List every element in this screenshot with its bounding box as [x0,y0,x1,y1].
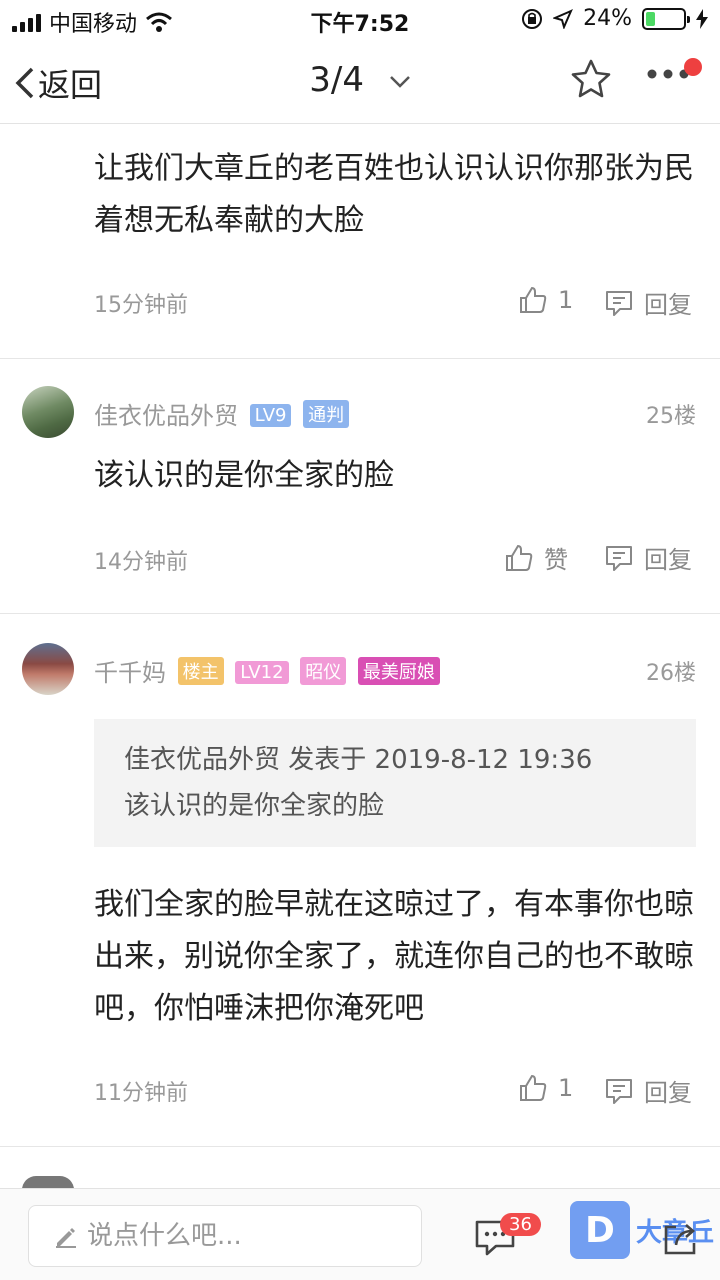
battery-fill [646,11,655,26]
comment-bubble-icon [606,545,632,571]
comment-bubble-icon [606,290,632,316]
chevron-down-icon [389,75,410,88]
floor-number: 25楼 [646,404,696,429]
status-right: 24% [521,6,708,31]
comment-count-badge: 36 [500,1213,541,1236]
location-icon [553,8,574,29]
pencil-icon [56,1228,76,1248]
page-indicator: 3/4 [309,60,364,100]
comment-input[interactable] [87,1221,387,1251]
quoted-comment: 佳衣优品外贸 发表于 2019-8-12 19:36 该认识的是你全家的脸 [94,719,696,847]
level-badge: LV9 [249,404,292,427]
comment-time: 11分钟前 [94,1081,188,1106]
thumb-up-icon [506,544,533,571]
like-count: 1 [558,286,574,314]
more-icon[interactable] [646,68,690,80]
comment-bubble-icon [606,1078,632,1104]
star-icon[interactable] [570,58,612,100]
title-badge: 通判 [303,400,350,428]
share-icon[interactable] [662,1219,700,1257]
comment-user[interactable]: 佳衣优品外贸 LV9 通判 [94,396,350,431]
username-label: 千千妈 [94,659,166,687]
bottom-bar: 36 D 大章丘 [0,1188,720,1280]
thumb-up-icon [520,1074,547,1101]
charging-icon [696,8,708,29]
level-badge: LV12 [235,661,289,684]
comment-item: 佳衣优品外贸 LV9 通判 25楼 该认识的是你全家的脸 14分钟前 赞 回复 [0,360,720,614]
owner-badge: 楼主 [177,657,224,685]
reply-button[interactable]: 回复 [604,540,692,575]
like-button[interactable]: 赞 [504,540,568,575]
reply-label: 回复 [644,291,692,319]
comment-text: 该认识的是你全家的脸 [94,458,394,493]
comment-time: 15分钟前 [94,293,188,318]
nav-bar: 返回 3/4 [0,40,720,124]
comment-time: 14分钟前 [94,550,188,575]
notification-dot [684,58,702,76]
quote-header: 佳衣优品外贸 发表于 2019-8-12 19:36 [124,745,593,775]
username-label: 佳衣优品外贸 [94,402,238,430]
comment-text: 我们全家的脸早就在这晾过了，有本事你也晾出来，别说你全家了，就连你自己的也不敢晾… [94,887,694,1026]
battery-icon [642,7,690,30]
status-bar: 中国移动 下午7:52 24% [0,0,720,40]
comment-input-box[interactable] [28,1205,422,1267]
orientation-lock-icon [522,8,543,29]
page-selector[interactable]: 3/4 [0,60,720,100]
reply-label: 回复 [644,1079,692,1107]
like-label: 赞 [544,546,568,574]
comment-user[interactable]: 千千妈 楼主 LV12 昭仪 最美厨娘 [94,653,440,688]
like-button[interactable]: 1 [518,285,573,315]
honor-badge: 最美厨娘 [357,657,440,685]
comment-text: 让我们大章丘的老百姓也认识认识你那张为民着想无私奉献的大脸 [94,151,694,238]
reply-label: 回复 [644,546,692,574]
reply-button[interactable]: 回复 [604,1073,692,1108]
reply-button[interactable]: 回复 [604,285,692,320]
comment-item: 让我们大章丘的老百姓也认识认识你那张为民着想无私奉献的大脸 15分钟前 1 回复 [0,125,720,359]
app-logo: D [570,1201,630,1259]
quote-text: 该认识的是你全家的脸 [124,791,385,821]
avatar[interactable] [22,643,74,695]
title-badge: 昭仪 [300,657,347,685]
avatar[interactable] [22,386,74,438]
thumb-up-icon [520,286,547,313]
like-button[interactable]: 1 [518,1073,573,1103]
battery-percent: 24% [583,6,632,31]
floor-number: 26楼 [646,661,696,686]
like-count: 1 [558,1074,574,1102]
comment-item: 千千妈 楼主 LV12 昭仪 最美厨娘 26楼 佳衣优品外贸 发表于 2019-… [0,615,720,1147]
